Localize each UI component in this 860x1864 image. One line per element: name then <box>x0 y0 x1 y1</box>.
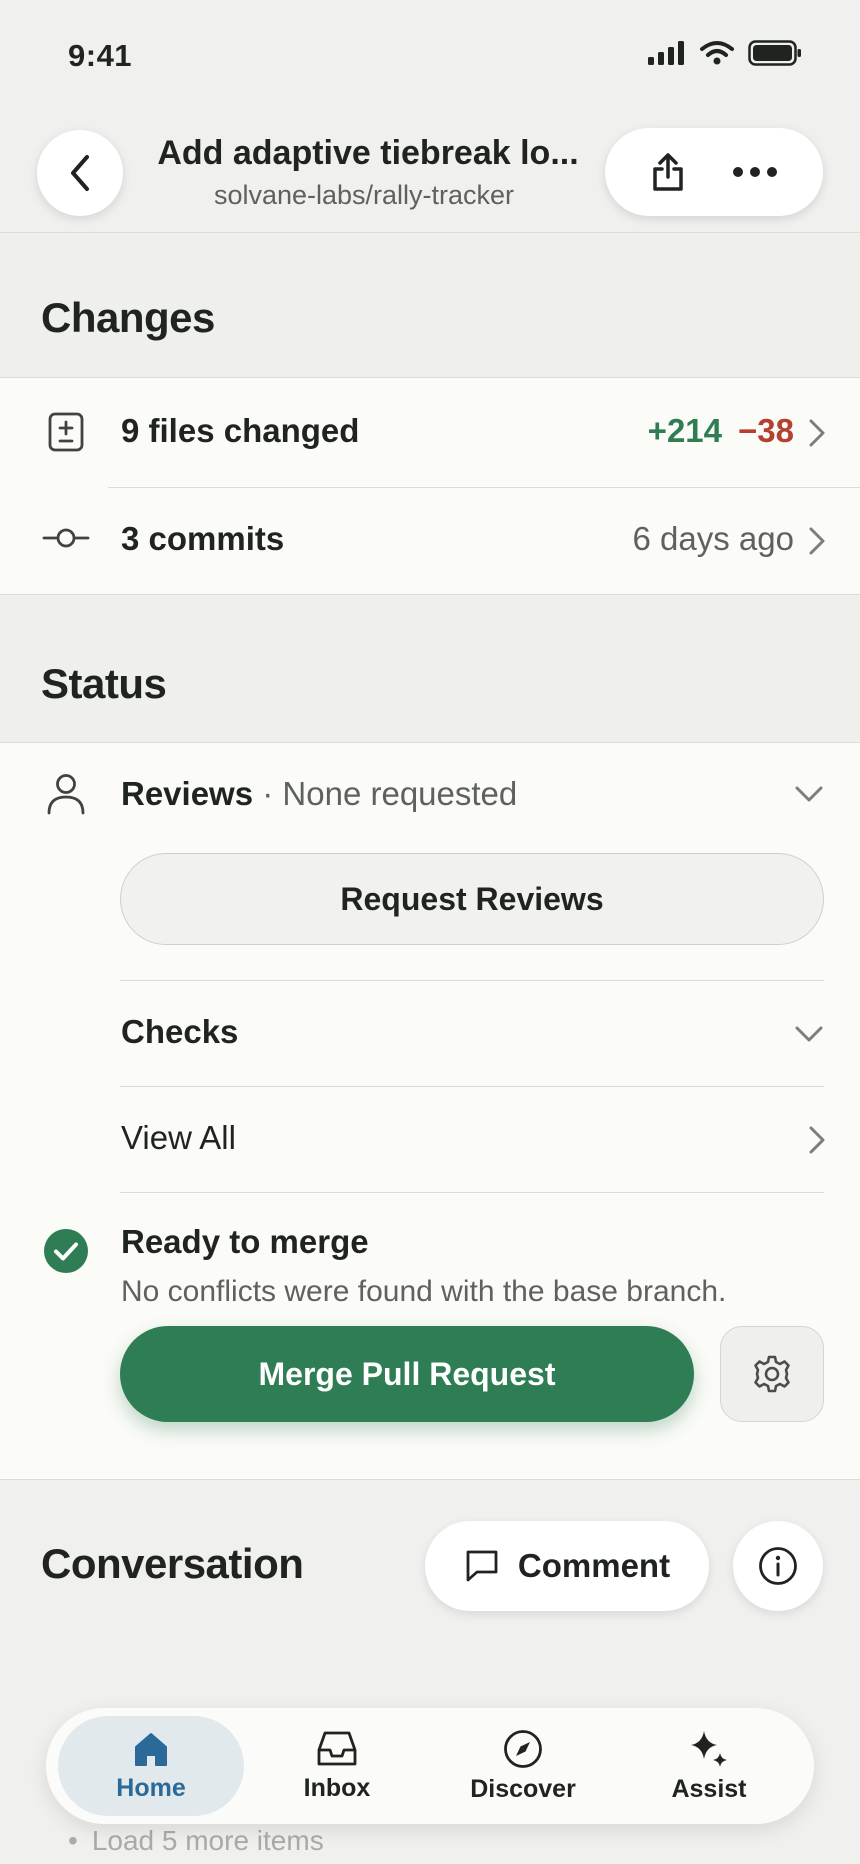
tab-home-label: Home <box>116 1773 186 1802</box>
comment-button[interactable]: Comment <box>425 1521 709 1611</box>
back-button[interactable] <box>37 130 123 216</box>
share-button[interactable] <box>650 152 686 192</box>
diff-file-icon <box>48 412 84 452</box>
pull-request-title: Add adaptive tiebreak lo... <box>157 134 579 172</box>
load-more-label: Load 5 more items <box>91 1825 324 1856</box>
reviews-text: Reviews · None requested <box>121 775 517 813</box>
commit-icon <box>42 528 90 548</box>
load-more-link[interactable]: • Load 5 more items <box>68 1825 324 1857</box>
person-icon <box>47 774 85 815</box>
status-time: 9:41 <box>68 38 133 73</box>
checks-row[interactable]: Checks <box>0 981 860 1086</box>
inbox-icon <box>317 1731 357 1765</box>
battery-icon <box>748 40 801 66</box>
info-icon <box>759 1547 797 1585</box>
commits-label: 3 commits <box>121 520 285 557</box>
tab-assist-label: Assist <box>671 1774 747 1803</box>
navigation-header: Add adaptive tiebreak lo... solvane-labs… <box>0 118 860 233</box>
merge-settings-button[interactable] <box>720 1326 824 1422</box>
chevron-left-icon <box>71 155 89 191</box>
row-divider <box>120 1192 824 1193</box>
status-bar: 9:41 <box>0 0 860 110</box>
tab-assist[interactable]: Assist <box>616 1716 802 1816</box>
deletions-count: −38 <box>738 412 794 449</box>
commits-row[interactable]: 3 commits 6 days ago <box>0 488 860 596</box>
ready-to-merge-title: Ready to merge <box>121 1223 369 1260</box>
bullet: • <box>68 1825 78 1856</box>
status-card: Reviews · None requested Request Reviews… <box>0 742 860 1480</box>
chevron-down-icon <box>795 1026 823 1042</box>
header-actions <box>605 128 823 216</box>
tab-bar: Home Inbox Discover Assist <box>46 1708 814 1824</box>
wifi-icon <box>700 41 734 65</box>
comment-button-label: Comment <box>517 1547 671 1584</box>
status-icons <box>648 40 802 66</box>
ready-to-merge-description: No conflicts were found with the base br… <box>121 1275 727 1308</box>
merge-pull-request-button[interactable]: Merge Pull Request <box>120 1326 694 1422</box>
chevron-right-icon <box>809 527 825 555</box>
files-changed-row[interactable]: 9 files changed +214 −38 <box>0 378 860 486</box>
tab-discover-label: Discover <box>470 1774 576 1803</box>
comment-bubble-icon <box>466 1550 498 1582</box>
sparkle-icon <box>691 1730 727 1767</box>
tab-inbox[interactable]: Inbox <box>244 1716 430 1816</box>
info-button[interactable] <box>733 1521 823 1611</box>
diff-stats: +214 −38 <box>648 412 794 450</box>
tab-inbox-label: Inbox <box>303 1773 371 1802</box>
chevron-down-icon <box>795 786 823 802</box>
chevron-right-icon <box>809 419 825 447</box>
reviews-label: Reviews <box>121 775 254 812</box>
share-icon <box>653 153 683 191</box>
files-changed-label: 9 files changed <box>121 412 360 449</box>
changes-section-header: Changes <box>0 234 860 377</box>
changes-section-title: Changes <box>41 294 215 341</box>
status-section-header: Status <box>0 596 860 742</box>
additions-count: +214 <box>647 412 723 449</box>
tab-discover[interactable]: Discover <box>430 1716 616 1816</box>
compass-icon <box>504 1729 542 1768</box>
ellipsis-icon <box>733 167 777 177</box>
commits-time: 6 days ago <box>632 520 794 557</box>
request-reviews-button[interactable]: Request Reviews <box>120 853 824 945</box>
reviews-row[interactable]: Reviews · None requested <box>0 743 860 843</box>
tab-home[interactable]: Home <box>58 1716 244 1816</box>
checkmark-circle-icon <box>44 1229 88 1273</box>
gear-icon <box>754 1355 790 1393</box>
conversation-section-title: Conversation <box>41 1540 304 1587</box>
view-all-row[interactable]: View All <box>0 1087 860 1192</box>
chevron-right-icon <box>809 1126 825 1154</box>
more-options-button[interactable] <box>732 166 778 178</box>
cellular-signal-icon <box>648 41 684 65</box>
home-icon <box>135 1732 167 1766</box>
checks-label: Checks <box>121 1013 239 1050</box>
reviews-state: · None requested <box>253 775 518 812</box>
repository-name: solvane-labs/rally-tracker <box>213 180 515 210</box>
changes-card: 9 files changed +214 −38 3 commits 6 day… <box>0 377 860 595</box>
status-section-title: Status <box>41 660 167 707</box>
view-all-label: View All <box>121 1119 236 1156</box>
